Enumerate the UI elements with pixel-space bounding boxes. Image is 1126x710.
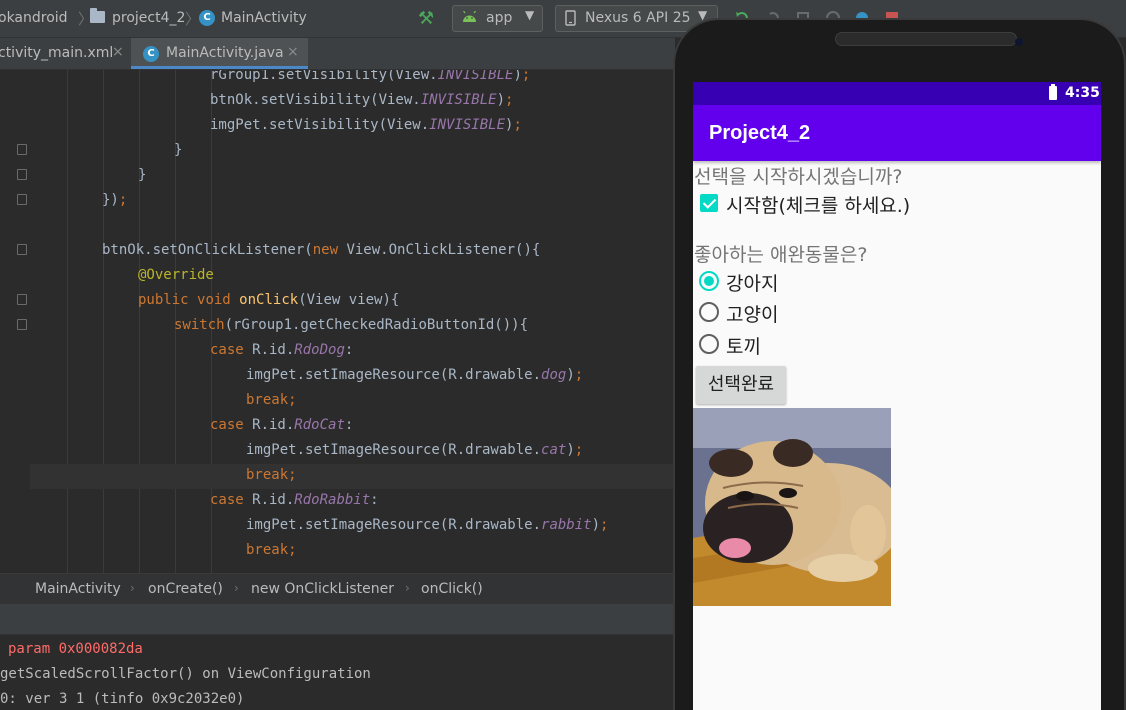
code-line[interactable]: imgPet.setVisibility(View.INVISIBLE); [30, 113, 522, 138]
radio-label: 토끼 [726, 336, 761, 358]
tab-mainactivity-java[interactable]: C MainActivity.java × [131, 38, 308, 69]
crumb-separator: 〉 [185, 10, 201, 28]
crumb-project-root[interactable]: okandroid [0, 10, 68, 26]
app-title: Project4_2 [709, 122, 811, 144]
log-line: 0: ver 3 1 (tinfo 0x9c2032e0) [0, 691, 245, 707]
build-hammer-icon[interactable]: ⚒ [418, 8, 434, 29]
start-prompt-text: 선택을 시작하시겠습니까? [694, 166, 903, 188]
pet-prompt-text: 좋아하는 애완동물은? [694, 244, 868, 266]
code-line[interactable]: imgPet.setImageResource(R.drawable.dog); [30, 363, 583, 388]
chevron-down-icon: ▼ [525, 8, 535, 22]
code-line[interactable]: break; [30, 388, 297, 413]
code-line[interactable]: break; [30, 463, 297, 488]
radio-label: 고양이 [726, 304, 779, 326]
breadcrumb-method[interactable]: onCreate() [148, 581, 223, 597]
code-line[interactable]: case R.id.RdoDog: [30, 338, 353, 363]
editor-tab-bar: ctivity_main.xml × C MainActivity.java × [0, 38, 675, 70]
code-line[interactable]: @Override [30, 263, 214, 288]
status-bar: 4:35 [693, 82, 1101, 105]
radio-label: 강아지 [726, 273, 779, 295]
logcat-panel[interactable]: param 0x000082da getScaledScrollFactor()… [0, 636, 675, 710]
fold-marker-icon[interactable] [17, 244, 27, 255]
code-line[interactable]: case R.id.RdoCat: [30, 413, 353, 438]
breadcrumb-separator: › [234, 581, 239, 595]
code-line[interactable]: }); [30, 188, 127, 213]
folder-icon [90, 8, 105, 23]
log-line-error: param 0x000082da [8, 641, 143, 657]
crumb-class[interactable]: MainActivity [221, 10, 307, 26]
code-line[interactable]: } [30, 138, 182, 163]
fold-marker-icon[interactable] [17, 144, 27, 155]
radio-unselected-icon [699, 302, 719, 322]
fold-marker-icon[interactable] [17, 194, 27, 205]
breadcrumb-separator: › [405, 581, 410, 595]
fold-marker-icon[interactable] [17, 169, 27, 180]
code-line[interactable]: btnOk.setVisibility(View.INVISIBLE); [30, 88, 513, 113]
android-icon [463, 11, 476, 22]
code-line[interactable]: } [30, 163, 146, 188]
code-line[interactable]: imgPet.setImageResource(R.drawable.rabbi… [30, 513, 608, 538]
class-icon: C [143, 46, 159, 62]
tab-label: ctivity_main.xml [0, 45, 114, 61]
fold-marker-icon[interactable] [17, 319, 27, 330]
code-line[interactable]: public void onClick(View view){ [30, 288, 399, 313]
breadcrumb-inner-method[interactable]: onClick() [421, 581, 483, 597]
checkbox-label: 시작함(체크를 하세요.) [726, 195, 911, 217]
checkbox-checked-icon [700, 194, 718, 212]
emulator-screen[interactable]: 4:35 Project4_2 선택을 시작하시겠습니까? 시작함(체크를 하세… [693, 82, 1101, 710]
breadcrumb-class[interactable]: MainActivity [35, 581, 121, 597]
close-icon[interactable]: × [112, 44, 124, 60]
log-line: getScaledScrollFactor() on ViewConfigura… [0, 666, 371, 682]
radio-selected-icon [699, 271, 719, 291]
run-config-label: app [486, 10, 513, 26]
phone-camera [1015, 38, 1023, 46]
crumb-module[interactable]: project4_2 [112, 10, 185, 26]
structure-breadcrumb: MainActivity › onCreate() › new OnClickL… [0, 573, 675, 604]
pet-image-pug [693, 408, 891, 606]
run-config-dropdown[interactable]: app ▼ [452, 5, 543, 32]
device-label: Nexus 6 API 25 [585, 10, 691, 26]
code-line[interactable]: break; [30, 538, 297, 563]
breadcrumb-anon-class[interactable]: new OnClickListener [251, 581, 394, 597]
code-line[interactable]: imgPet.setImageResource(R.drawable.cat); [30, 438, 583, 463]
code-editor[interactable]: rGroup1.setVisibility(View.INVISIBLE); bt… [0, 70, 675, 573]
close-icon[interactable]: × [287, 44, 299, 60]
tab-activity-main-xml[interactable]: ctivity_main.xml × [0, 38, 130, 69]
code-line[interactable]: rGroup1.setVisibility(View.INVISIBLE); [30, 70, 530, 88]
code-line[interactable]: switch(rGroup1.getCheckedRadioButtonId()… [30, 313, 528, 338]
code-line[interactable]: btnOk.setOnClickListener(new View.OnClic… [30, 238, 540, 263]
battery-charging-icon [1049, 84, 1057, 100]
breadcrumb-separator: › [130, 581, 135, 595]
fold-marker-icon[interactable] [17, 294, 27, 305]
phone-device-icon [565, 10, 576, 26]
radio-unselected-icon [699, 334, 719, 354]
code-line[interactable]: case R.id.RdoRabbit: [30, 488, 379, 513]
confirm-selection-button[interactable]: 선택완료 [696, 366, 786, 404]
app-bar: Project4_2 [693, 105, 1101, 161]
tab-label: MainActivity.java [166, 45, 284, 61]
status-clock: 4:35 [1065, 85, 1100, 101]
phone-speaker [835, 32, 1017, 46]
class-icon: C [199, 10, 215, 26]
tool-window-header [0, 604, 675, 635]
